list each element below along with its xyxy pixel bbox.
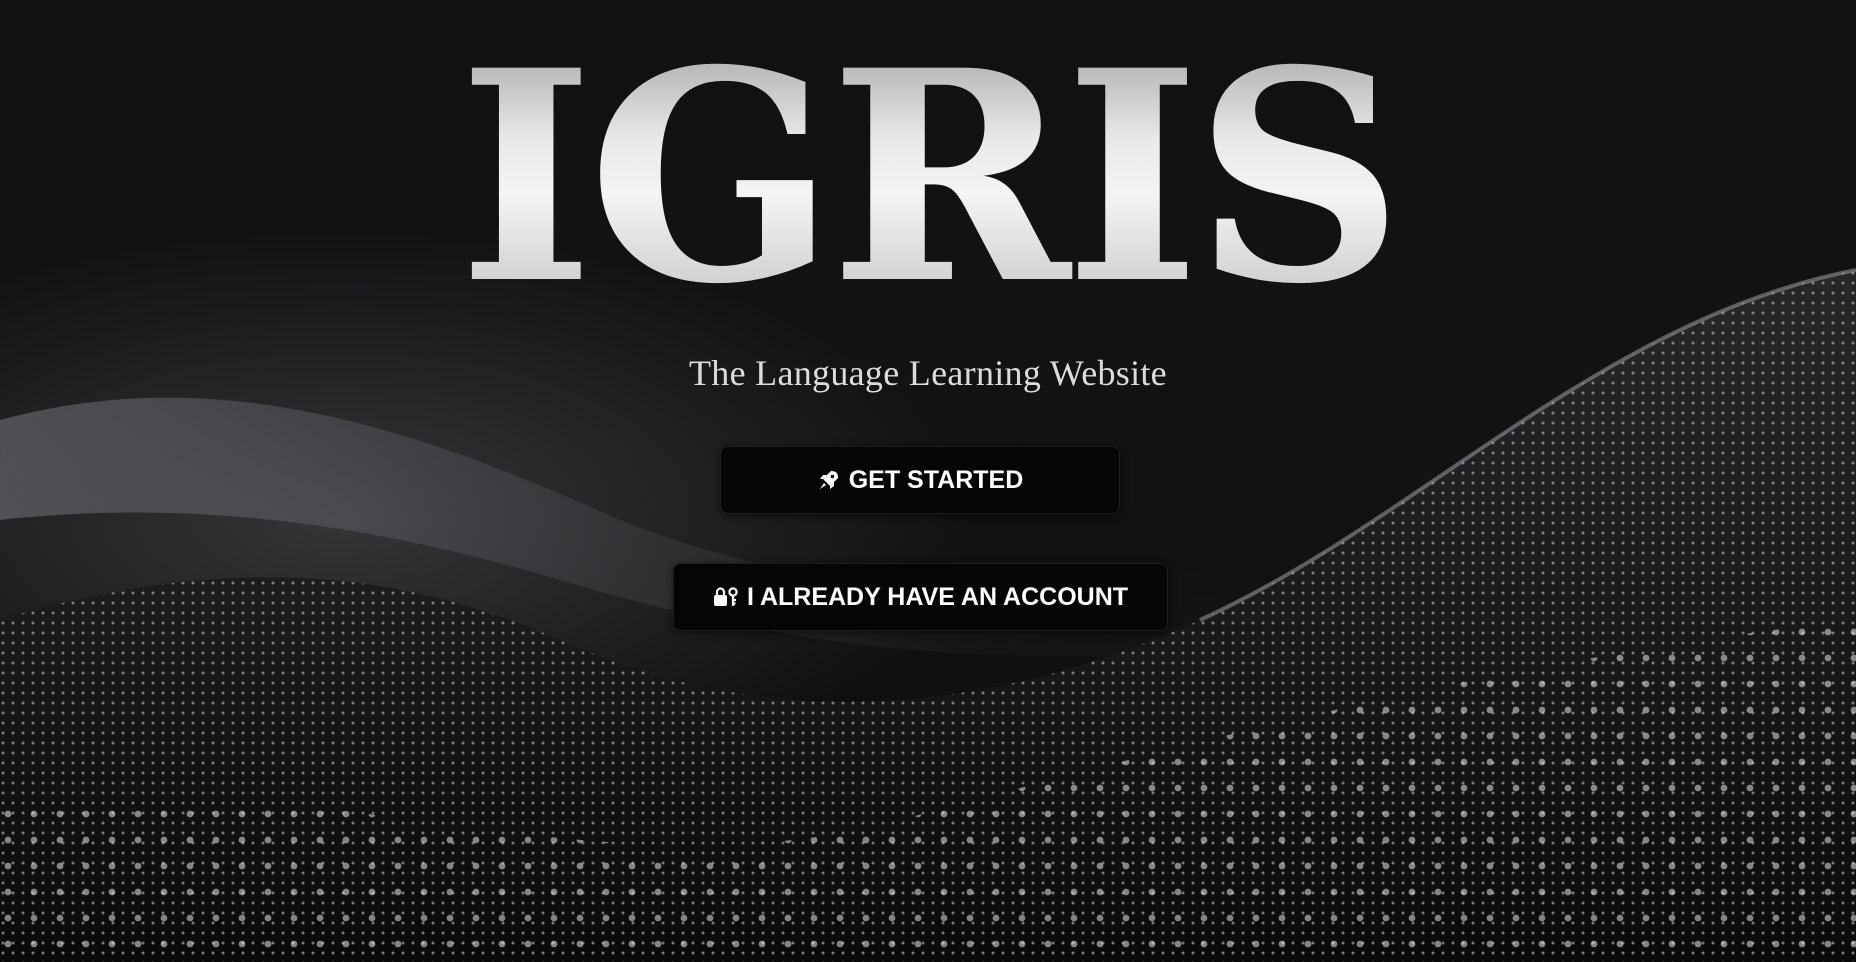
get-started-label: GET STARTED xyxy=(848,465,1024,494)
hero: IGRIS The Language Learning Website GET … xyxy=(0,0,1856,962)
landing-page: IGRIS The Language Learning Website GET … xyxy=(0,0,1856,962)
existing-account-button[interactable]: I ALREADY HAVE AN ACCOUNT xyxy=(673,563,1168,631)
lock-key-icon xyxy=(713,585,739,609)
rocket-icon xyxy=(817,468,841,492)
get-started-button[interactable]: GET STARTED xyxy=(720,446,1120,514)
tagline: The Language Learning Website xyxy=(689,353,1167,393)
app-logo-title: IGRIS xyxy=(0,18,1856,338)
existing-account-label: I ALREADY HAVE AN ACCOUNT xyxy=(746,582,1129,611)
